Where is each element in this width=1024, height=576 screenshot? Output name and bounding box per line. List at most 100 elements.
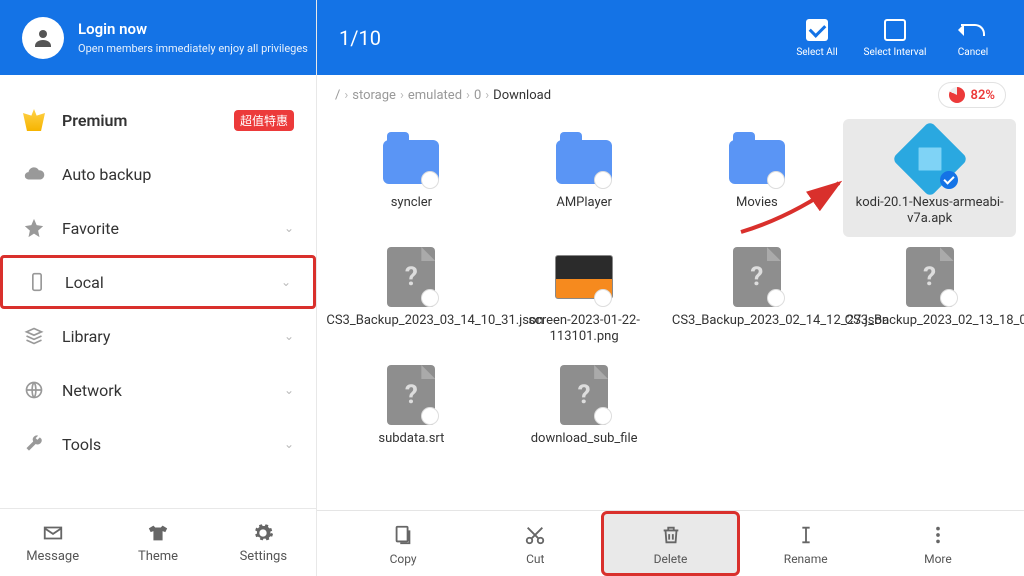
copy-label: Copy bbox=[390, 552, 417, 566]
chevron-down-icon: ⌄ bbox=[284, 383, 294, 397]
file-name: download_sub_file bbox=[531, 431, 638, 447]
cancel-button[interactable]: Cancel bbox=[934, 17, 1012, 58]
action-copy[interactable]: Copy bbox=[337, 511, 469, 576]
sidebar-item-premium[interactable]: Premium 超值特惠 bbox=[0, 93, 316, 147]
crumb-root[interactable]: / bbox=[335, 88, 340, 103]
selection-counter: 1/10 bbox=[339, 26, 778, 50]
login-block[interactable]: Login now Open members immediately enjoy… bbox=[0, 0, 316, 75]
premium-badge: 超值特惠 bbox=[234, 110, 294, 131]
breadcrumb[interactable]: / › storage › emulated › 0 › Download 82… bbox=[317, 75, 1024, 115]
select-dot[interactable] bbox=[594, 171, 612, 189]
select-dot[interactable] bbox=[421, 289, 439, 307]
folder-syncler[interactable]: syncler bbox=[325, 119, 498, 237]
file-name: Movies bbox=[736, 195, 778, 211]
file-name: subdata.srt bbox=[378, 431, 444, 447]
kodi-icon bbox=[891, 121, 967, 197]
globe-icon bbox=[22, 378, 46, 402]
file-name: kodi-20.1-Nexus-armeabi-v7a.apk bbox=[845, 195, 1015, 228]
file-download-sub[interactable]: ? download_sub_file bbox=[498, 355, 671, 473]
settings-label: Settings bbox=[240, 549, 287, 564]
action-rename[interactable]: Rename bbox=[740, 511, 872, 576]
select-dot[interactable] bbox=[594, 289, 612, 307]
undo-icon bbox=[960, 17, 986, 43]
chevron-down-icon: ⌄ bbox=[284, 221, 294, 235]
file-json-3[interactable]: ? CS3_Backup_2023_02_13_18_03.json bbox=[843, 237, 1016, 355]
file-subdata[interactable]: ? subdata.srt bbox=[325, 355, 498, 473]
bottom-tab-message[interactable]: Message bbox=[0, 509, 105, 576]
select-all-label: Select All bbox=[796, 47, 837, 58]
select-dot[interactable] bbox=[421, 407, 439, 425]
chevron-right-icon: › bbox=[344, 88, 348, 103]
select-all-button[interactable]: Select All bbox=[778, 17, 856, 58]
phone-icon bbox=[25, 270, 49, 294]
tools-label: Tools bbox=[62, 435, 284, 454]
star-icon bbox=[22, 216, 46, 240]
folder-movies[interactable]: Movies bbox=[671, 119, 844, 237]
mail-icon bbox=[41, 521, 65, 545]
select-interval-button[interactable]: Select Interval bbox=[856, 17, 934, 58]
delete-label: Delete bbox=[654, 552, 688, 566]
trash-icon bbox=[658, 522, 684, 548]
chevron-down-icon: ⌄ bbox=[284, 437, 294, 451]
crown-icon bbox=[22, 108, 46, 132]
sidebar-item-local[interactable]: Local ⌄ bbox=[0, 255, 316, 309]
sidebar-item-tools[interactable]: Tools ⌄ bbox=[0, 417, 316, 471]
local-label: Local bbox=[65, 273, 281, 292]
file-json-1[interactable]: ? CS3_Backup_2023_03_14_10_31.json bbox=[325, 237, 498, 355]
bottom-tab-settings[interactable]: Settings bbox=[211, 509, 316, 576]
folder-amplayer[interactable]: AMPlayer bbox=[498, 119, 671, 237]
action-delete[interactable]: Delete bbox=[601, 511, 739, 576]
crumb-download[interactable]: Download bbox=[493, 88, 551, 103]
theme-label: Theme bbox=[138, 549, 178, 564]
select-dot[interactable] bbox=[767, 171, 785, 189]
checkbox-checked-icon bbox=[804, 17, 830, 43]
file-kodi-apk[interactable]: kodi-20.1-Nexus-armeabi-v7a.apk bbox=[843, 119, 1016, 237]
library-label: Library bbox=[62, 327, 284, 346]
cancel-label: Cancel bbox=[958, 47, 988, 58]
file-name: screen-2023-01-22-113101.png bbox=[499, 313, 669, 346]
file-name: CS3_Backup_2023_02_14_12_27.json bbox=[672, 313, 842, 329]
sidebar-item-network[interactable]: Network ⌄ bbox=[0, 363, 316, 417]
crumb-emulated[interactable]: emulated bbox=[408, 88, 462, 103]
file-grid: syncler AMPlayer Movies kodi-20.1-Nexus-… bbox=[317, 115, 1024, 510]
chevron-down-icon: ⌄ bbox=[281, 275, 291, 289]
file-name: CS3_Backup_2023_02_13_18_03.json bbox=[845, 313, 1015, 329]
file-name: AMPlayer bbox=[556, 195, 612, 211]
copy-icon bbox=[390, 522, 416, 548]
bottom-tab-theme[interactable]: Theme bbox=[105, 509, 210, 576]
chevron-down-icon: ⌄ bbox=[284, 329, 294, 343]
action-more[interactable]: More bbox=[872, 511, 1004, 576]
autobackup-label: Auto backup bbox=[62, 165, 294, 184]
file-json-2[interactable]: ? CS3_Backup_2023_02_14_12_27.json bbox=[671, 237, 844, 355]
crumb-0[interactable]: 0 bbox=[474, 88, 481, 103]
select-dot-checked[interactable] bbox=[940, 171, 958, 189]
file-name: CS3_Backup_2023_03_14_10_31.json bbox=[326, 313, 496, 329]
select-dot[interactable] bbox=[594, 407, 612, 425]
file-name: syncler bbox=[391, 195, 432, 211]
favorite-label: Favorite bbox=[62, 219, 284, 238]
gear-icon bbox=[251, 521, 275, 545]
layers-icon bbox=[22, 324, 46, 348]
more-label: More bbox=[924, 552, 952, 566]
cut-label: Cut bbox=[526, 552, 544, 566]
chevron-right-icon: › bbox=[400, 88, 404, 103]
chevron-right-icon: › bbox=[485, 88, 489, 103]
chevron-right-icon: › bbox=[466, 88, 470, 103]
file-screenshot[interactable]: screen-2023-01-22-113101.png bbox=[498, 237, 671, 355]
tshirt-icon bbox=[146, 521, 170, 545]
storage-badge[interactable]: 82% bbox=[938, 82, 1006, 108]
sidebar-item-autobackup[interactable]: Auto backup bbox=[0, 147, 316, 201]
pie-icon bbox=[949, 87, 965, 103]
select-interval-label: Select Interval bbox=[864, 47, 927, 58]
sidebar-item-favorite[interactable]: Favorite ⌄ bbox=[0, 201, 316, 255]
action-cut[interactable]: Cut bbox=[469, 511, 601, 576]
crumb-storage[interactable]: storage bbox=[352, 88, 396, 103]
avatar-icon bbox=[22, 17, 64, 59]
select-dot[interactable] bbox=[940, 289, 958, 307]
network-label: Network bbox=[62, 381, 284, 400]
select-dot[interactable] bbox=[767, 289, 785, 307]
message-label: Message bbox=[26, 549, 79, 564]
sidebar-item-library[interactable]: Library ⌄ bbox=[0, 309, 316, 363]
cursor-text-icon bbox=[793, 522, 819, 548]
select-dot[interactable] bbox=[421, 171, 439, 189]
